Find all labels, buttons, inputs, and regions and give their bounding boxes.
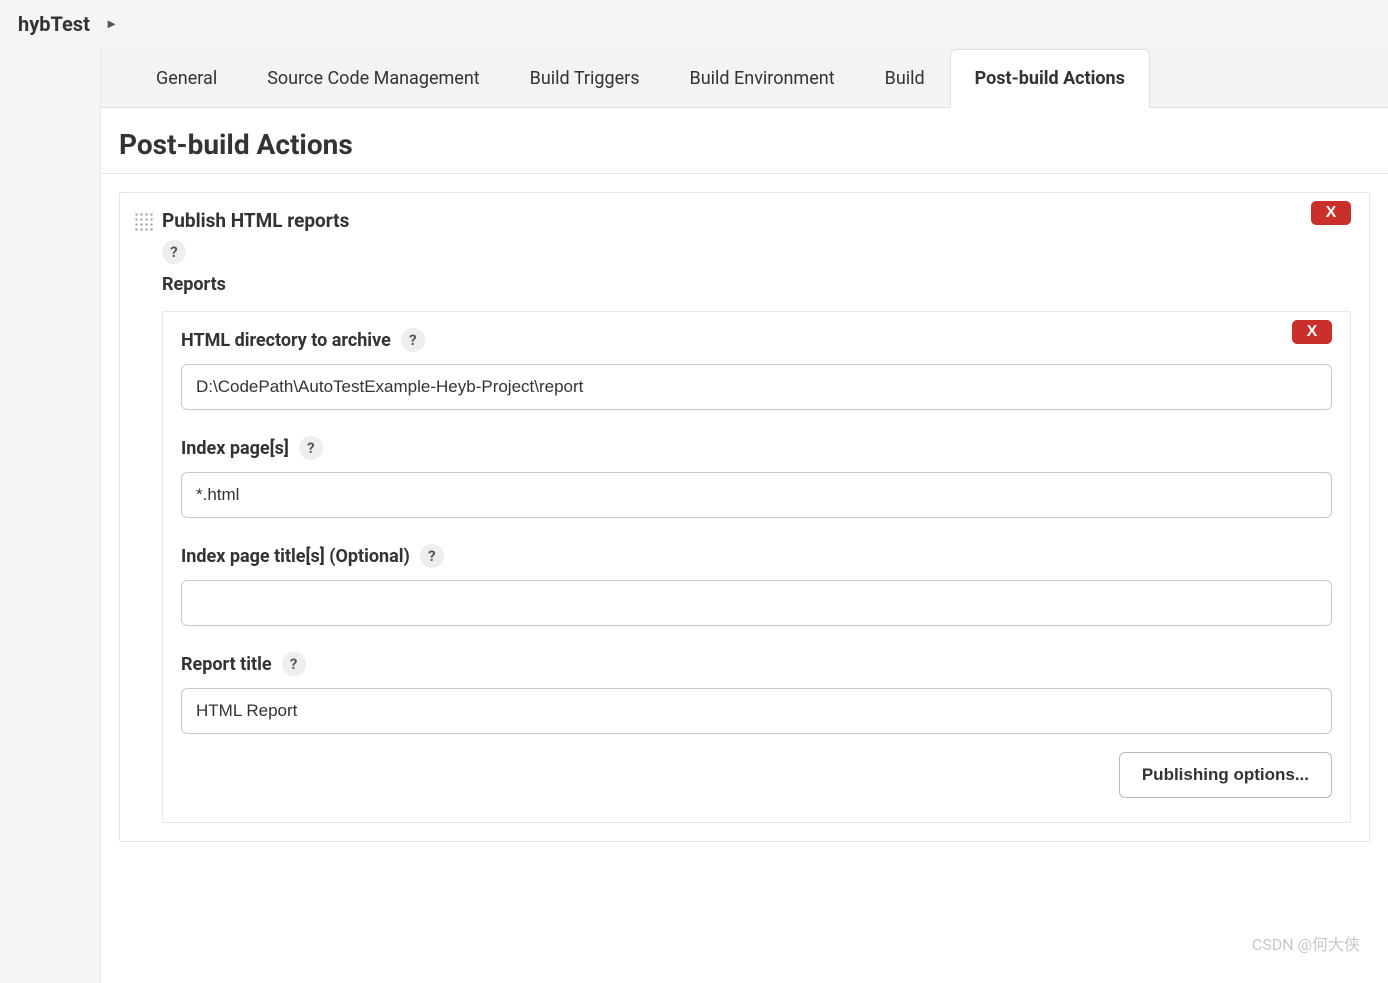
tab-build[interactable]: Build bbox=[860, 49, 950, 108]
help-icon[interactable]: ? bbox=[299, 436, 323, 460]
tab-build-triggers[interactable]: Build Triggers bbox=[505, 49, 665, 108]
index-pages-input[interactable] bbox=[181, 472, 1332, 518]
breadcrumb: hybTest ▸ bbox=[0, 0, 1388, 48]
drag-handle-icon[interactable] bbox=[134, 212, 154, 232]
tab-build-environment[interactable]: Build Environment bbox=[665, 49, 860, 108]
tab-post-build-actions[interactable]: Post-build Actions bbox=[950, 49, 1150, 108]
help-icon[interactable]: ? bbox=[401, 328, 425, 352]
section-title: Post-build Actions bbox=[101, 108, 1388, 174]
tab-scm[interactable]: Source Code Management bbox=[242, 49, 504, 108]
block-title: Publish HTML reports bbox=[162, 209, 349, 232]
publish-html-reports-block: X Publish HTML reports ? Reports X HTML … bbox=[119, 192, 1370, 842]
publishing-options-button[interactable]: Publishing options... bbox=[1119, 752, 1332, 798]
reports-heading: Reports bbox=[120, 264, 1369, 305]
field-index-pages: Index page[s] ? bbox=[181, 436, 1332, 518]
breadcrumb-item[interactable]: hybTest bbox=[18, 12, 90, 36]
tab-general[interactable]: General bbox=[131, 49, 242, 108]
delete-report-button[interactable]: X bbox=[1292, 320, 1332, 344]
help-icon[interactable]: ? bbox=[162, 240, 186, 264]
report-entry: X HTML directory to archive ? Index page… bbox=[162, 311, 1351, 823]
index-titles-input[interactable] bbox=[181, 580, 1332, 626]
delete-block-button[interactable]: X bbox=[1311, 201, 1351, 225]
index-titles-label: Index page title[s] (Optional) bbox=[181, 546, 410, 567]
index-pages-label: Index page[s] bbox=[181, 438, 289, 459]
config-tabs: General Source Code Management Build Tri… bbox=[101, 48, 1388, 108]
field-report-title: Report title ? bbox=[181, 652, 1332, 734]
html-directory-label: HTML directory to archive bbox=[181, 330, 391, 351]
field-html-directory: HTML directory to archive ? bbox=[181, 328, 1332, 410]
help-icon[interactable]: ? bbox=[282, 652, 306, 676]
main-panel: General Source Code Management Build Tri… bbox=[100, 48, 1388, 983]
help-icon[interactable]: ? bbox=[420, 544, 444, 568]
html-directory-input[interactable] bbox=[181, 364, 1332, 410]
report-title-label: Report title bbox=[181, 654, 272, 675]
field-index-titles: Index page title[s] (Optional) ? bbox=[181, 544, 1332, 626]
chevron-right-icon: ▸ bbox=[108, 16, 115, 32]
report-title-input[interactable] bbox=[181, 688, 1332, 734]
